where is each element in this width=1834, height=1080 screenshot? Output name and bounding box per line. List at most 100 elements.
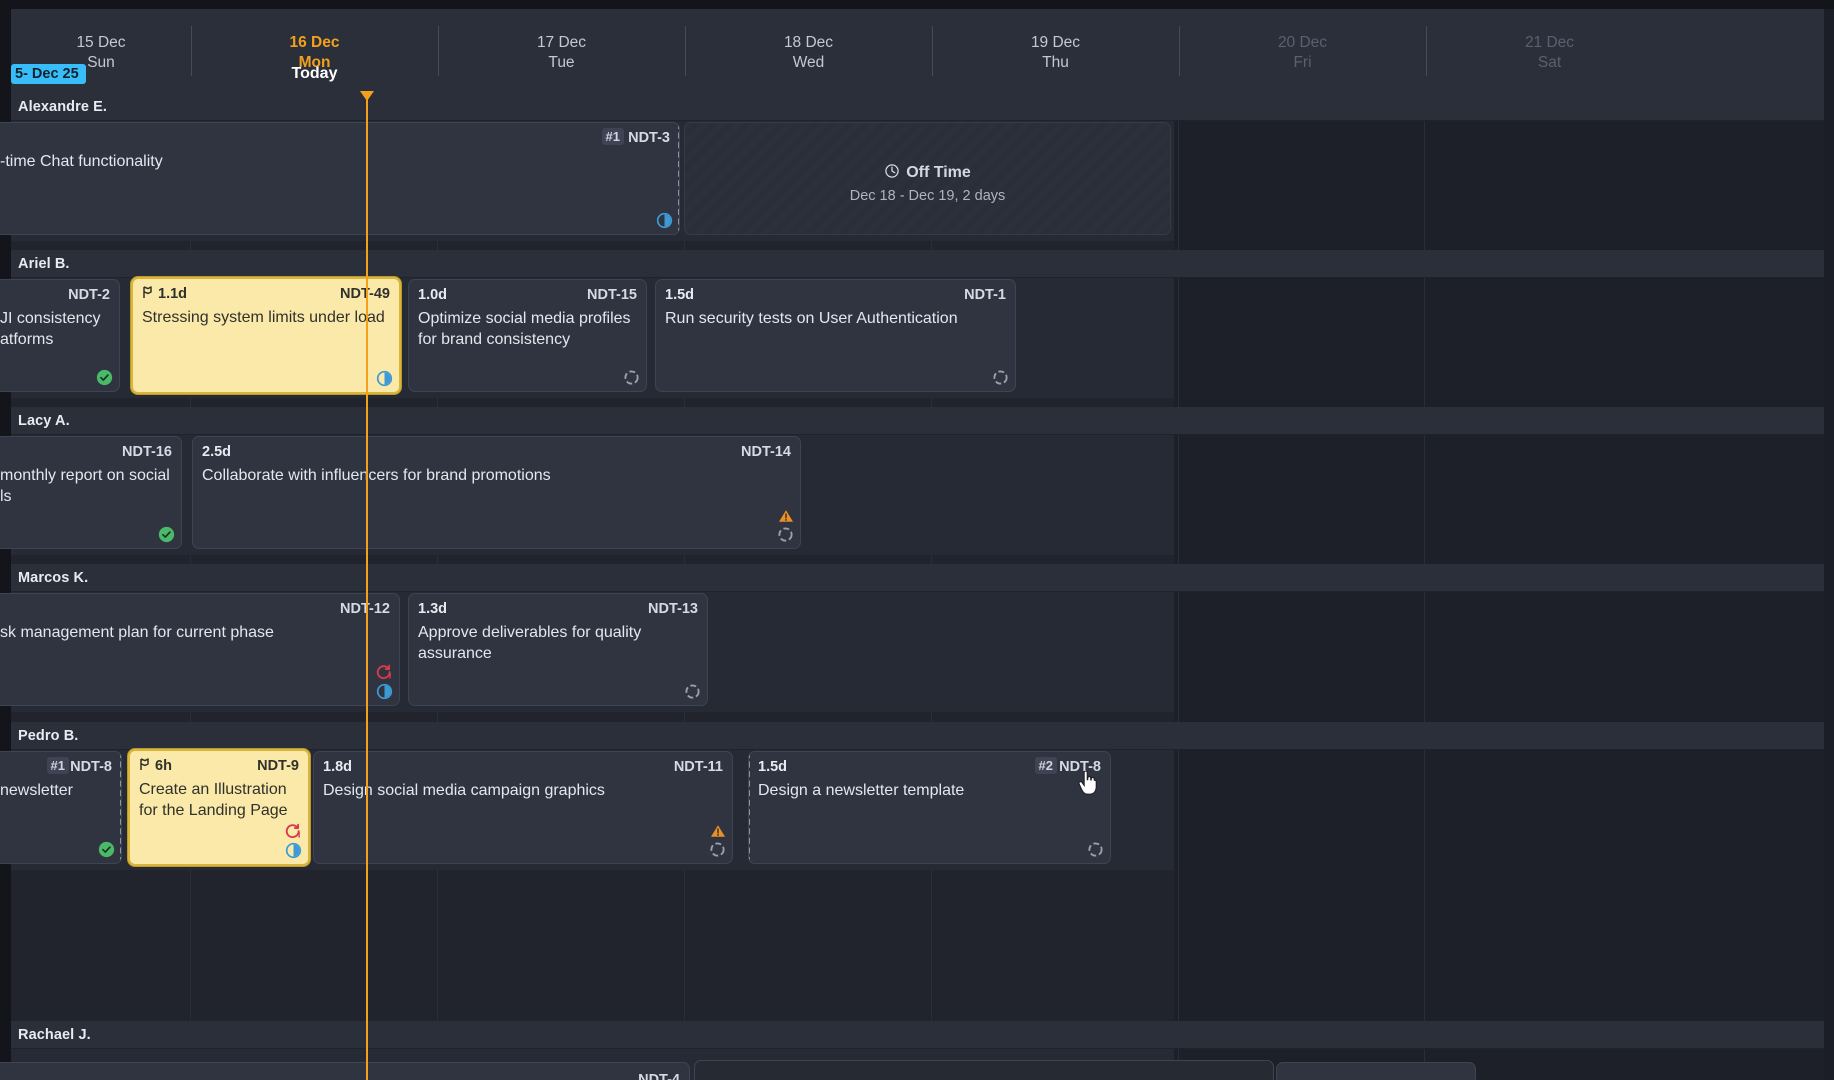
task-card-ndt-4[interactable]: NDT-4 [0, 1062, 690, 1080]
task-status-icons [709, 824, 726, 858]
check-circle-icon[interactable] [158, 526, 175, 543]
task-card-partial-right[interactable] [1276, 1062, 1476, 1080]
task-title: JI consistency atforms [0, 308, 110, 350]
task-key: NDT-1 [964, 287, 1006, 304]
task-key: NDT-49 [340, 286, 390, 303]
day-date: 20 Dec [1179, 33, 1426, 53]
task-duration: 1.1d [158, 286, 187, 303]
half-circle-progress-icon[interactable] [285, 842, 302, 859]
task-status-icons [98, 841, 115, 858]
resource-row-header-rachael[interactable]: Rachael J. [11, 1021, 1824, 1049]
task-key: NDT-15 [587, 287, 637, 304]
pointer-cursor-icon [1078, 771, 1098, 795]
warning-triangle-icon[interactable] [778, 509, 794, 523]
task-key: NDT-2 [68, 287, 110, 304]
gantt-resource-timeline: 15 Dec Sun 16 Dec Mon 17 Dec Tue 18 Dec … [0, 0, 1834, 1080]
task-key: NDT-8 [70, 759, 112, 776]
half-circle-progress-icon[interactable] [656, 212, 673, 229]
task-card-ndt-3[interactable]: #1 NDT-3 -time Chat functionality [0, 122, 680, 235]
resource-name: Rachael J. [18, 1026, 91, 1044]
task-card-ndt-13[interactable]: 1.3d NDT-13 Approve deliverables for qua… [408, 593, 708, 706]
task-status-icons [158, 526, 175, 543]
check-circle-icon[interactable] [98, 841, 115, 858]
task-duration: 1.5d [665, 287, 694, 304]
task-link-edge [120, 752, 122, 863]
resource-row-header-pedro[interactable]: Pedro B. [11, 722, 1824, 750]
half-circle-progress-icon[interactable] [376, 370, 393, 387]
dashed-circle-icon[interactable] [992, 369, 1009, 386]
task-duration: 2.5d [202, 444, 231, 461]
milestone-flag-icon [139, 758, 151, 774]
task-card-ndt-15[interactable]: 1.0d NDT-15 Optimize social media profil… [408, 279, 647, 392]
clock-icon [884, 163, 900, 179]
task-title: Design social media campaign graphics [323, 780, 723, 801]
dashed-circle-icon[interactable] [1087, 841, 1104, 858]
task-duration: 6h [155, 758, 172, 775]
resource-name: Alexandre E. [18, 98, 107, 116]
day-weekday: Tue [438, 53, 685, 73]
task-sequence-badge: #1 [602, 128, 624, 145]
task-key: NDT-13 [648, 601, 698, 618]
task-sequence-badge: #2 [1035, 757, 1057, 774]
resource-name: Marcos K. [18, 569, 88, 587]
task-key: NDT-16 [122, 444, 172, 461]
task-status-icons [96, 369, 113, 386]
milestone-flag-icon [142, 286, 154, 302]
task-card-ndt-1[interactable]: 1.5d NDT-1 Run security tests on User Au… [655, 279, 1016, 392]
task-card-ndt-11[interactable]: 1.8d NDT-11 Design social media campaign… [313, 751, 733, 864]
resource-row-header-ariel[interactable]: Ariel B. [11, 250, 1824, 278]
task-card-ndt-9[interactable]: 6h NDT-9 Create an Illustration for the … [128, 749, 310, 866]
task-card-ndt-14[interactable]: 2.5d NDT-14 Collaborate with influencers… [192, 436, 801, 549]
off-time-block[interactable]: Off Time Dec 18 - Dec 19, 2 days [684, 122, 1171, 235]
day-weekday: Thu [932, 53, 1179, 73]
task-key: NDT-3 [628, 130, 670, 147]
task-title: sk management plan for current phase [0, 622, 390, 643]
task-link-edge [678, 123, 680, 234]
dashed-circle-icon[interactable] [777, 526, 794, 543]
task-card-ndt-49[interactable]: 1.1d NDT-49 Stressing system limits unde… [131, 277, 401, 394]
dashed-circle-icon[interactable] [684, 683, 701, 700]
dashed-circle-icon[interactable] [623, 369, 640, 386]
half-circle-progress-icon[interactable] [376, 683, 393, 700]
date-range-chip[interactable]: 5- Dec 25 [11, 64, 86, 84]
off-time-title: Off Time [685, 163, 1170, 183]
overdue-arrow-icon[interactable] [376, 663, 393, 680]
task-status-icons [777, 509, 794, 543]
task-key: NDT-9 [257, 758, 299, 775]
day-date: 16 Dec [191, 33, 438, 53]
task-title: monthly report on social ls [0, 465, 172, 507]
day-weekday: Wed [685, 53, 932, 73]
task-duration: 1.0d [418, 287, 447, 304]
window-frame-top [0, 0, 1834, 9]
task-link-edge [748, 752, 750, 863]
resource-row-header-lacy[interactable]: Lacy A. [11, 407, 1824, 435]
task-duration: 1.3d [418, 601, 447, 618]
off-time-subtitle: Dec 18 - Dec 19, 2 days [685, 187, 1170, 206]
dashed-circle-icon[interactable] [709, 841, 726, 858]
task-status-icons [376, 663, 393, 700]
task-sequence-badge: #1 [47, 757, 69, 774]
task-status-icons [285, 822, 302, 859]
task-title: Run security tests on User Authenticatio… [665, 308, 1006, 329]
task-card-ndt-8-second[interactable]: 1.5d #2 NDT-8 Design a newsletter templa… [748, 751, 1111, 864]
task-card-ndt-12[interactable]: NDT-12 sk management plan for current ph… [0, 593, 400, 706]
task-key: NDT-14 [741, 444, 791, 461]
day-weekday: Sat [1426, 53, 1673, 73]
resource-row-header-marcos[interactable]: Marcos K. [11, 564, 1824, 592]
task-title: -time Chat functionality [0, 151, 670, 172]
overdue-arrow-icon[interactable] [285, 822, 302, 839]
today-label: Today [191, 64, 438, 84]
task-status-icons [1087, 841, 1104, 858]
task-title: Design a newsletter template [758, 780, 1101, 801]
day-date: 21 Dec [1426, 33, 1673, 53]
task-card-ndt-2[interactable]: NDT-2 JI consistency atforms [0, 279, 120, 392]
warning-triangle-icon[interactable] [710, 824, 726, 838]
task-duration: 1.5d [758, 759, 787, 776]
task-card-ndt-16[interactable]: NDT-16 monthly report on social ls [0, 436, 182, 549]
task-card-ndt-8-first[interactable]: #1 NDT-8 newsletter [0, 751, 122, 864]
task-title: newsletter [0, 780, 112, 801]
check-circle-icon[interactable] [96, 369, 113, 386]
task-card-partial[interactable] [694, 1060, 1274, 1080]
resource-row-header-alexandre[interactable]: Alexandre E. [11, 93, 1824, 121]
resource-name: Lacy A. [18, 412, 70, 430]
